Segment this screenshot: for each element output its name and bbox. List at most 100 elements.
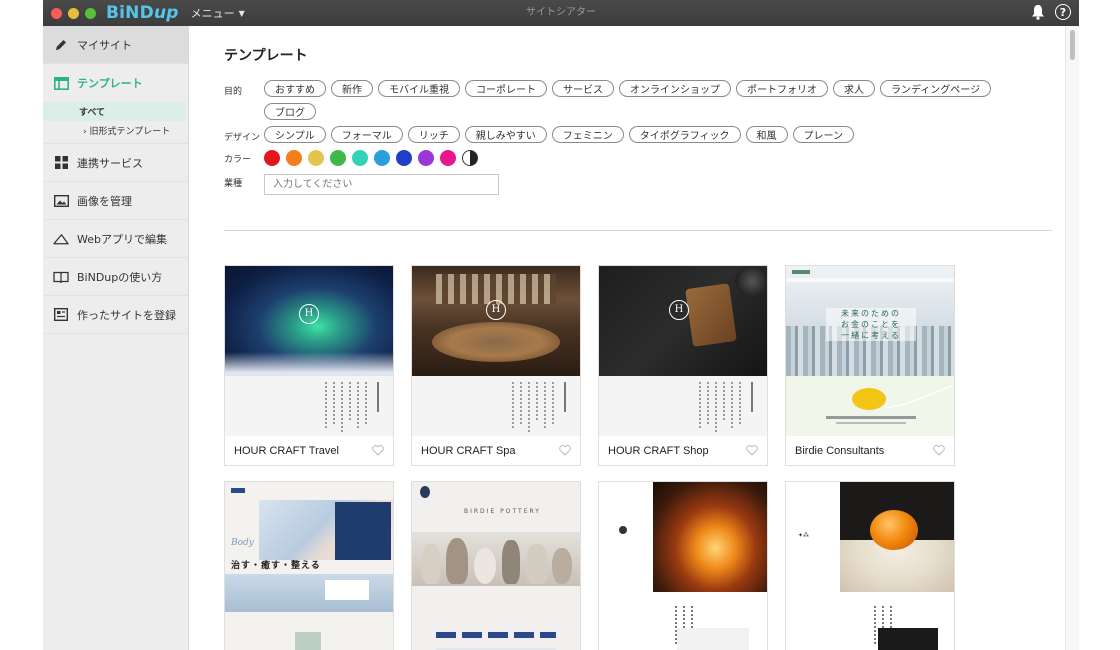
color-swatch-teal[interactable] [352,150,368,166]
template-card[interactable]: 未来のための お金のことを 一緒に考える Birdie Consultants [785,265,955,466]
grid-icon [53,155,69,171]
purpose-chip-list: おすすめ 新作 モバイル重視 コーポレート サービス オンラインショップ ポート… [264,80,1024,120]
template-card[interactable]: H HOUR CRAFT Shop [598,265,768,466]
template-card-footer: HOUR CRAFT Travel [225,436,393,465]
image-icon [53,193,69,209]
main-content: テンプレート 目的 おすすめ 新作 モバイル重視 コーポレート サービス オンラ… [190,26,1065,650]
filter-color-row: カラー [224,150,478,166]
chip-new[interactable]: 新作 [331,80,373,97]
chip-portfolio[interactable]: ポートフォリオ [736,80,828,97]
filter-label: 目的 [224,87,243,97]
window-controls [51,7,96,19]
template-card[interactable]: H HOUR CRAFT Spa [411,265,581,466]
titlebar-actions: ? [1031,4,1071,20]
color-swatch-red[interactable] [264,150,280,166]
filter-purpose-row: 目的 おすすめ 新作 モバイル重視 コーポレート サービス オンラインショップ … [224,80,1024,120]
chip-friendly[interactable]: 親しみやすい [464,126,547,143]
menu-label: メニュー [190,7,235,20]
heart-icon[interactable] [933,444,945,457]
sidebar-item-register-site[interactable]: 作ったサイトを登録 [43,296,188,334]
minimize-window-button[interactable] [68,7,79,19]
filter-label: デザイン [224,133,261,143]
sidebar-item-label: Webアプリで編集 [77,232,167,246]
sidebar-subitem-all[interactable]: すべて [43,102,186,121]
sidebar-item-manage-images[interactable]: 画像を管理 [43,182,188,220]
chip-recommended[interactable]: おすすめ [264,80,326,97]
template-card-footer: HOUR CRAFT Spa [412,436,580,465]
color-swatch-yellow[interactable] [308,150,324,166]
template-thumbnail: 未来のための お金のことを 一緒に考える [786,266,954,436]
sidebar-item-label: 画像を管理 [77,194,132,208]
chip-recruiting[interactable]: 求人 [833,80,875,97]
sidebar-item-label: 連携サービス [77,156,143,170]
sidebar-item-linked-services[interactable]: 連携サービス [43,144,188,182]
color-swatch-purple[interactable] [418,150,434,166]
sidebar-item-templates[interactable]: テンプレート [43,64,188,102]
color-swatch-black-white[interactable] [462,150,478,166]
bell-icon[interactable] [1031,4,1045,20]
heart-icon[interactable] [746,444,758,457]
chip-simple[interactable]: シンプル [264,126,326,143]
thumb-headline: 未来のための お金のことを 一緒に考える [826,308,916,341]
template-card[interactable]: BIRDIE POTTERY [411,481,581,650]
chip-online-shop[interactable]: オンラインショップ [619,80,731,97]
sidebar-item-label: マイサイト [77,38,132,52]
zoom-window-button[interactable] [85,7,96,19]
template-thumbnail: H [225,266,393,436]
sidebar-item-web-app-edit[interactable]: Webアプリで編集 [43,220,188,258]
template-card[interactable]: ✦⁂ [785,481,955,650]
sidebar: マイサイト テンプレート すべて › 旧形式テンプレート 連携サービス 画像を管… [43,26,189,650]
sidebar-item-my-site[interactable]: マイサイト [43,26,188,64]
template-name: HOUR CRAFT Spa [421,444,516,457]
filter-label: 業種 [224,179,243,189]
heart-icon[interactable] [372,444,384,457]
pencil-icon [53,37,69,53]
template-card[interactable]: Body 治す・癒す・整える [224,481,394,650]
chip-japanese-style[interactable]: 和風 [745,126,788,143]
template-thumbnail: ✦⁂ [786,482,954,650]
color-swatch-green[interactable] [330,150,346,166]
chip-typographic[interactable]: タイポグラフィック [628,126,741,143]
color-swatch-light-blue[interactable] [374,150,390,166]
register-icon [53,307,69,323]
page-title: テンプレート [224,48,308,64]
chip-plain[interactable]: プレーン [792,126,855,143]
sidebar-subitem-legacy-templates[interactable]: › 旧形式テンプレート [43,121,188,140]
color-swatch-blue[interactable] [396,150,412,166]
template-thumbnail: BIRDIE POTTERY [412,482,580,650]
chip-service[interactable]: サービス [552,80,614,97]
template-thumbnail: H [412,266,580,436]
template-card[interactable] [598,481,768,650]
template-card[interactable]: H HOUR CRAFT Travel [224,265,394,466]
chip-blog[interactable]: ブログ [264,103,316,120]
close-window-button[interactable] [51,7,62,19]
template-card-footer: Birdie Consultants [786,436,954,465]
app-window: BiNDup メニュー ▼ サイトシアター ? マイサイト テンプレート すべて [43,0,1079,650]
help-icon[interactable]: ? [1055,4,1071,20]
template-name: HOUR CRAFT Shop [608,444,709,457]
chip-formal[interactable]: フォーマル [330,126,403,143]
chip-mobile-first[interactable]: モバイル重視 [378,80,460,97]
filter-label: カラー [224,155,252,165]
template-name: HOUR CRAFT Travel [234,444,339,457]
scrollbar-thumb[interactable] [1070,30,1075,60]
filter-design-row: デザイン シンプル フォーマル リッチ 親しみやすい フェミニン タイポグラフィ… [224,126,1024,143]
filter-industry-row: 業種 [224,174,499,195]
chevron-down-icon: ▼ [238,8,245,18]
heart-icon[interactable] [559,444,571,457]
menu-dropdown-button[interactable]: メニュー ▼ [191,5,245,21]
vertical-scrollbar[interactable] [1065,26,1079,650]
cloud-icon [53,231,69,247]
chip-rich[interactable]: リッチ [407,126,460,143]
brand-logo: BiNDup [106,3,179,23]
template-name: Birdie Consultants [795,444,885,457]
chip-corporate[interactable]: コーポレート [465,80,547,97]
template-thumbnail: Body 治す・癒す・整える [225,482,393,650]
color-swatch-orange[interactable] [286,150,302,166]
sidebar-item-how-to-use[interactable]: BiNDupの使い方 [43,258,188,296]
chip-landing-page[interactable]: ランディングページ [880,80,992,97]
color-swatch-pink[interactable] [440,150,456,166]
industry-input[interactable] [264,174,499,195]
chip-feminine[interactable]: フェミニン [551,126,624,143]
template-icon [53,75,69,91]
